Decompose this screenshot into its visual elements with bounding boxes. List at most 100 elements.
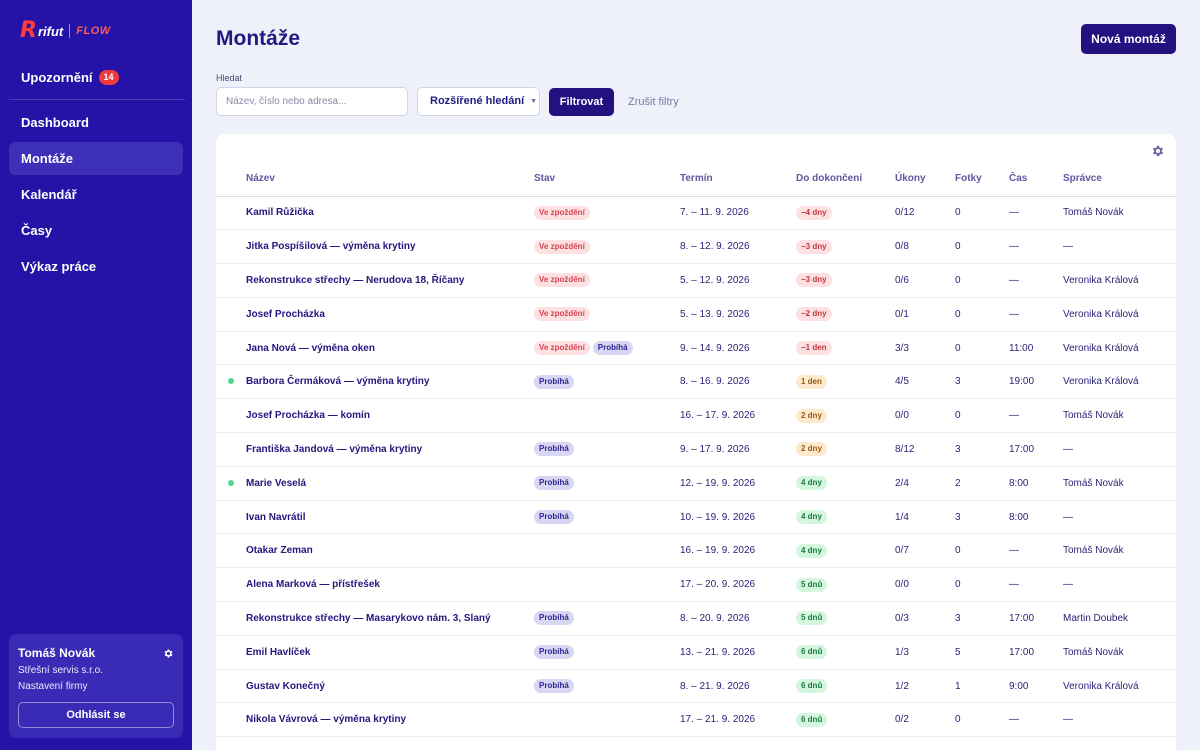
- installation-name[interactable]: Jitka Pospíšilová — výměna krytiny: [246, 229, 534, 265]
- column-header-time[interactable]: Čas: [1009, 162, 1063, 197]
- table-row[interactable]: Emil Havlíček Probíhá 13. – 21. 9. 2026 6 d…: [216, 635, 1176, 670]
- table-row[interactable]: Jitka Pospíšilová — výměna krytiny Ve zpo…: [216, 229, 1176, 265]
- installation-name[interactable]: Jana Nová — výměna oken: [246, 331, 534, 366]
- sidebar-item-dashboard[interactable]: Dashboard: [9, 106, 183, 139]
- chevron-down-icon: ▼: [530, 98, 538, 105]
- due-cell: 5 dnů: [796, 567, 895, 603]
- table-row[interactable]: Marie Veselá Probíhá 12. – 19. 9. 2026 4 dn…: [216, 466, 1176, 501]
- table-row[interactable]: Kamil Růžička Ve zpoždění 7. – 11. 9. 2026…: [216, 196, 1176, 231]
- gear-icon[interactable]: [163, 648, 174, 659]
- table-row[interactable]: Jana Nová — výměna oken Ve zpoždění Probíh…: [216, 331, 1176, 366]
- installation-name[interactable]: Rekonstrukce střechy — Masarykovo nám. 3…: [246, 601, 534, 636]
- installation-name[interactable]: Rekonstrukce střechy — Nerudova 18, Říča…: [246, 263, 534, 298]
- term-cell: 8. – 20. 9. 2026: [680, 601, 796, 636]
- status-cell: Probíhá: [534, 466, 680, 501]
- installations-table-card: Název Stav Termín Do dokončení Úkony Fot…: [216, 134, 1176, 750]
- company-settings-link[interactable]: Nastavení firmy: [18, 681, 174, 692]
- search-input[interactable]: Název, číslo nebo adresa...: [216, 87, 408, 116]
- sidebar-item-montaze[interactable]: Montáže: [9, 142, 183, 175]
- indicator-cell: [216, 297, 246, 332]
- time-cell: 17:00: [1009, 601, 1063, 636]
- table-settings-gear-icon[interactable]: [1151, 144, 1165, 158]
- installation-name[interactable]: Nikola Vávrová — výměna krytiny: [246, 702, 534, 738]
- column-header-term[interactable]: Termín: [680, 162, 796, 197]
- tasks-cell: 0/2: [895, 702, 955, 738]
- table-row[interactable]: Rekonstrukce střechy — Masarykovo nám. 3…: [216, 601, 1176, 636]
- installation-name[interactable]: Marie Veselá: [246, 466, 534, 501]
- indicator-cell: [216, 635, 246, 670]
- installation-name[interactable]: Josef Procházka — komín: [246, 398, 534, 434]
- status-cell: Ve zpoždění: [534, 196, 680, 231]
- notifications-link[interactable]: Upozornění 14: [21, 68, 119, 86]
- status-badge: Ve zpoždění: [534, 341, 590, 356]
- sidebar-item-kalendar[interactable]: Kalendář: [9, 178, 183, 211]
- due-badge: 5 dnů: [796, 577, 828, 592]
- tasks-cell: 4/5: [895, 364, 955, 400]
- column-header-photos[interactable]: Fotky: [955, 162, 1009, 197]
- table-row[interactable]: Gustav Konečný Probíhá 8. – 21. 9. 2026 6 d…: [216, 669, 1176, 704]
- photos-cell: 3: [955, 364, 1009, 400]
- user-name: Tomáš Novák: [18, 646, 96, 660]
- manager-cell: Tomáš Novák: [1063, 533, 1176, 569]
- time-cell: —: [1009, 297, 1063, 332]
- installation-name[interactable]: Ivan Navrátil: [246, 500, 534, 535]
- due-cell: 6 dnů: [796, 702, 895, 738]
- advanced-search-dropdown[interactable]: Rozšířené hledání ▼: [417, 87, 540, 116]
- due-badge: 4 dny: [796, 476, 827, 491]
- tasks-cell: 1/2: [895, 669, 955, 704]
- column-header-manager[interactable]: Správce: [1063, 162, 1176, 197]
- installation-name[interactable]: Josef Procházka: [246, 297, 534, 332]
- due-badge: −1 den: [796, 341, 832, 356]
- filter-button[interactable]: Filtrovat: [549, 88, 614, 116]
- installation-name[interactable]: Kamil Růžička: [246, 196, 534, 231]
- installation-name[interactable]: Barbora Čermáková — výměna krytiny: [246, 364, 534, 400]
- column-header-due[interactable]: Do dokončení: [796, 162, 895, 197]
- photos-cell: 3: [955, 500, 1009, 535]
- table-row[interactable]: Nikola Vávrová — výměna krytiny 17. – 21.…: [216, 702, 1176, 738]
- installation-name[interactable]: Gustav Konečný: [246, 669, 534, 704]
- table-row[interactable]: Josef Procházka Ve zpoždění 5. – 13. 9. 20…: [216, 297, 1176, 332]
- user-company: Střešní servis s.r.o.: [18, 665, 104, 676]
- column-header-name[interactable]: Název: [246, 162, 534, 197]
- new-installation-button[interactable]: Nová montáž: [1081, 24, 1176, 54]
- due-cell: 4 dny: [796, 466, 895, 501]
- installation-name[interactable]: Františka Jandová — výměna krytiny: [246, 432, 534, 467]
- manager-cell: Tomáš Novák: [1063, 398, 1176, 434]
- installation-name[interactable]: Emil Havlíček: [246, 635, 534, 670]
- logo-separator: [69, 24, 71, 38]
- table-row[interactable]: Barbora Čermáková — výměna krytiny Probíh…: [216, 364, 1176, 400]
- installation-name[interactable]: Otakar Zeman: [246, 533, 534, 569]
- manager-cell: Tomáš Novák: [1063, 635, 1176, 670]
- installation-name[interactable]: Alena Marková — přístřešek: [246, 567, 534, 603]
- column-header-status[interactable]: Stav: [534, 162, 680, 197]
- installations-table: Název Stav Termín Do dokončení Úkony Fot…: [216, 162, 1176, 738]
- column-header-indicator: [216, 162, 246, 197]
- term-cell: 16. – 17. 9. 2026: [680, 398, 796, 434]
- tasks-cell: 0/0: [895, 398, 955, 434]
- photos-cell: 0: [955, 331, 1009, 366]
- table-row[interactable]: Františka Jandová — výměna krytiny Probíh…: [216, 432, 1176, 467]
- tasks-cell: 2/4: [895, 466, 955, 501]
- sidebar-item-casy[interactable]: Časy: [9, 214, 183, 247]
- manager-cell: —: [1063, 432, 1176, 467]
- tasks-cell: 0/7: [895, 533, 955, 569]
- tasks-cell: 0/0: [895, 567, 955, 603]
- status-cell: Ve zpoždění: [534, 263, 680, 298]
- table-row[interactable]: Rekonstrukce střechy — Nerudova 18, Říča…: [216, 263, 1176, 298]
- logout-button[interactable]: Odhlásit se: [18, 702, 174, 728]
- status-badge: Probíhá: [534, 374, 574, 389]
- column-header-tasks[interactable]: Úkony: [895, 162, 955, 197]
- due-cell: −3 dny: [796, 229, 895, 265]
- due-badge: −4 dny: [796, 205, 832, 220]
- table-row[interactable]: Ivan Navrátil Probíhá 10. – 19. 9. 2026 4 d…: [216, 500, 1176, 535]
- status-badge: Probíhá: [534, 645, 574, 660]
- table-row[interactable]: Otakar Zeman 16. – 19. 9. 2026 4 dny 0/7 0— T…: [216, 533, 1176, 569]
- due-badge: 2 dny: [796, 408, 827, 423]
- clear-filters-link[interactable]: Zrušit filtry: [628, 96, 679, 108]
- indicator-cell: [216, 533, 246, 569]
- table-row[interactable]: Alena Marková — přístřešek 17. – 20. 9. 2…: [216, 567, 1176, 603]
- sidebar-item-vykaz-prace[interactable]: Výkaz práce: [9, 250, 183, 283]
- table-row[interactable]: Josef Procházka — komín 16. – 17. 9. 2026…: [216, 398, 1176, 434]
- brand-logo[interactable]: R rifut FLOW: [20, 19, 111, 43]
- table-body: Kamil Růžička Ve zpoždění 7. – 11. 9. 2026…: [216, 196, 1176, 738]
